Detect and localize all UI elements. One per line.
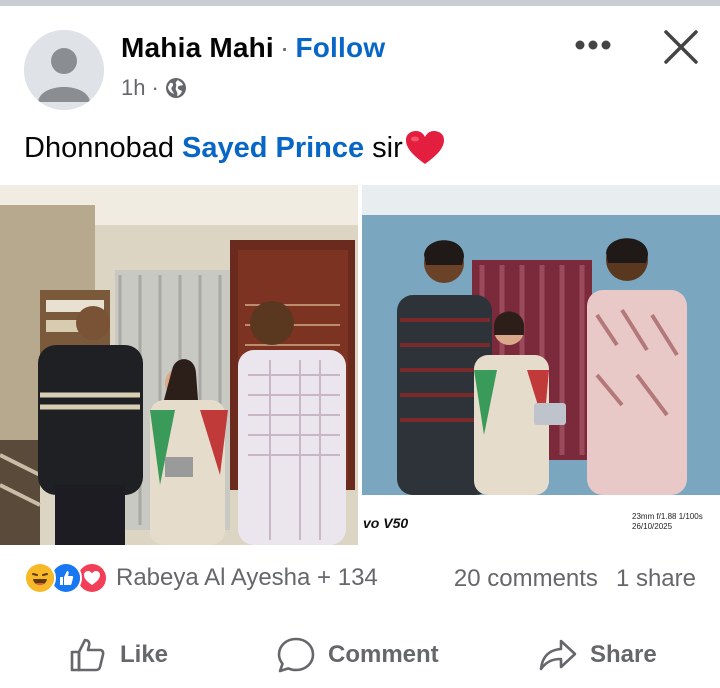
thumbs-up-icon xyxy=(70,638,105,672)
mention-link[interactable]: Sayed Prince xyxy=(182,132,364,165)
author-name[interactable]: Mahia Mahi xyxy=(121,32,274,63)
camera-info-line: 23mm f/1.88 1/100s xyxy=(632,512,703,521)
globe-icon xyxy=(165,77,187,99)
close-icon[interactable] xyxy=(660,26,702,68)
heart-emoji-icon xyxy=(405,130,445,166)
share-arrow-icon xyxy=(539,639,577,671)
post-time[interactable]: 1h xyxy=(121,75,145,101)
camera-info: 23mm f/1.88 1/100s 26/10/2025 xyxy=(632,512,703,532)
post-meta: 1h · xyxy=(121,75,187,101)
comment-label: Comment xyxy=(328,641,439,668)
reactions-summary[interactable]: Rabeya Al Ayesha + 134 xyxy=(24,562,378,594)
meta-separator: · xyxy=(151,75,159,100)
follow-button[interactable]: Follow xyxy=(295,32,385,63)
post-caption: Dhonnobad Sayed Prince sir xyxy=(24,130,445,166)
speech-bubble-icon xyxy=(277,637,315,673)
top-divider xyxy=(0,0,720,6)
share-label: Share xyxy=(590,641,657,668)
caption-text: Dhonnobad xyxy=(24,131,174,164)
post-photo-2[interactable] xyxy=(362,185,720,545)
header-separator: · xyxy=(279,32,290,63)
more-options-icon[interactable] xyxy=(572,30,614,60)
camera-info-date: 26/10/2025 xyxy=(632,522,673,531)
haha-reaction-icon xyxy=(24,562,56,594)
like-label: Like xyxy=(120,641,169,668)
comments-count[interactable]: 20 comments xyxy=(454,565,598,593)
comment-button[interactable]: Comment xyxy=(276,635,439,675)
like-button[interactable]: Like xyxy=(68,635,168,675)
author-avatar[interactable] xyxy=(24,30,104,110)
post-header: Mahia Mahi · Follow xyxy=(121,32,385,64)
caption-text-end: sir xyxy=(372,131,403,164)
camera-watermark: vo V50 xyxy=(363,515,409,531)
shares-count[interactable]: 1 share xyxy=(616,565,696,593)
reactors-text[interactable]: Rabeya Al Ayesha + 134 xyxy=(116,564,378,592)
post-photo-1[interactable] xyxy=(0,185,358,545)
engagement-counts: 20 comments 1 share xyxy=(454,565,696,593)
share-button[interactable]: Share xyxy=(538,635,657,675)
